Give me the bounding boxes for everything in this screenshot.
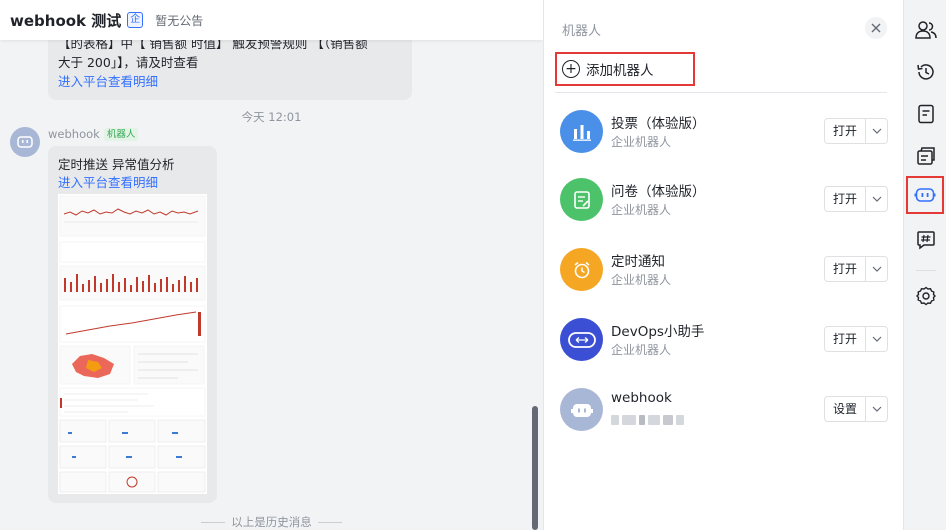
history-divider: 以上是历史消息 — [0, 514, 543, 530]
bot-icon — [560, 388, 603, 431]
robot-item-scheduled-notice[interactable]: 定时通知 企业机器人 打开 — [560, 248, 888, 292]
chat-header: webhook 测试 企 暂无公告 — [0, 0, 543, 40]
open-label: 打开 — [825, 119, 866, 143]
bar-chart-icon — [560, 110, 603, 153]
robot-panel: 机器人 + 添加机器人 投票（体验版） 企业机器人 打开 问卷（体验版） 企业机… — [543, 0, 903, 530]
history-button[interactable] — [911, 57, 941, 87]
chat-title[interactable]: webhook 测试 — [10, 10, 121, 31]
divider-line — [201, 521, 226, 523]
avatar[interactable] — [10, 127, 40, 157]
report-thumbnail[interactable] — [58, 194, 207, 494]
robot-item-survey[interactable]: 问卷（体验版） 企业机器人 打开 — [560, 178, 888, 222]
robot-icon — [914, 188, 936, 202]
devops-icon — [560, 318, 603, 361]
robot-name: DevOps小助手 — [611, 324, 705, 340]
history-icon — [917, 64, 934, 80]
toolbar-divider — [916, 270, 936, 271]
chevron-down-icon[interactable] — [866, 128, 887, 134]
members-icon — [915, 21, 937, 39]
close-button[interactable] — [865, 17, 887, 39]
message-text: 大于 200」】，请及时查看 — [58, 55, 199, 70]
hashtag-button[interactable] — [911, 225, 941, 255]
robot-item-webhook[interactable]: webhook 设置 — [560, 388, 888, 432]
chevron-down-icon[interactable] — [866, 196, 887, 202]
message-title: 定时推送 异常值分析 — [58, 157, 175, 172]
robot-button[interactable] — [906, 176, 944, 214]
right-toolbar — [903, 0, 946, 530]
settings-icon — [916, 286, 936, 306]
notes-button[interactable] — [911, 99, 941, 129]
robot-name: 定时通知 — [611, 254, 665, 270]
robot-name: 问卷（体验版） — [611, 184, 706, 200]
robot-item-devops[interactable]: DevOps小助手 企业机器人 打开 — [560, 318, 888, 362]
robot-subtitle: 企业机器人 — [611, 273, 672, 287]
open-label: 打开 — [825, 187, 866, 211]
chat-scrollbar[interactable] — [532, 406, 538, 530]
chevron-down-icon[interactable] — [866, 406, 887, 412]
divider — [555, 92, 887, 93]
report-image — [58, 194, 207, 494]
add-circle-icon: + — [562, 60, 580, 78]
settings-label: 设置 — [825, 397, 866, 421]
settings-button[interactable]: 设置 — [824, 396, 888, 422]
announcement-icon — [917, 147, 935, 165]
open-label: 打开 — [825, 257, 866, 281]
open-label: 打开 — [825, 327, 866, 351]
view-details-link[interactable]: 进入平台查看明细 — [58, 72, 402, 91]
sender-name[interactable]: webhook — [48, 127, 100, 141]
robot-subtitle: 企业机器人 — [611, 343, 672, 357]
app-window: webhook 测试 企 暂无公告 【的表格】中【 销售额 时值】 触发预警规则… — [0, 0, 946, 530]
survey-icon — [560, 178, 603, 221]
robot-name: 投票（体验版） — [611, 116, 706, 132]
open-button[interactable]: 打开 — [824, 256, 888, 282]
open-button[interactable]: 打开 — [824, 326, 888, 352]
settings-button[interactable] — [911, 281, 941, 311]
chevron-down-icon[interactable] — [866, 266, 887, 272]
announcement-button[interactable] — [911, 141, 941, 171]
bot-icon — [17, 136, 33, 148]
members-button[interactable] — [911, 15, 941, 45]
open-button[interactable]: 打开 — [824, 186, 888, 212]
robot-subtitle: 企业机器人 — [611, 135, 672, 149]
robot-item-vote[interactable]: 投票（体验版） 企业机器人 打开 — [560, 110, 888, 154]
close-icon — [871, 23, 881, 33]
add-robot-button[interactable]: + 添加机器人 — [555, 52, 695, 86]
bot-tag: 机器人 — [103, 127, 139, 141]
notice-text[interactable]: 暂无公告 — [155, 12, 203, 29]
robot-name: webhook — [611, 390, 672, 406]
chat-panel: webhook 测试 企 暂无公告 【的表格】中【 销售额 时值】 触发预警规则… — [0, 0, 543, 530]
hashtag-icon — [917, 231, 935, 250]
message-bubble: 定时推送 异常值分析 进入平台查看明细 — [48, 146, 217, 503]
sender-info: webhook 机器人 — [48, 127, 139, 141]
history-label: 以上是历史消息 — [231, 515, 312, 529]
add-robot-label: 添加机器人 — [586, 63, 654, 79]
open-button[interactable]: 打开 — [824, 118, 888, 144]
notes-icon — [918, 104, 934, 124]
enterprise-badge: 企 — [127, 12, 144, 28]
panel-title: 机器人 — [562, 24, 602, 39]
robot-subtitle: 企业机器人 — [611, 203, 672, 217]
divider-line — [317, 521, 342, 523]
message-timestamp: 今天 12:01 — [241, 110, 302, 124]
chevron-down-icon[interactable] — [866, 336, 887, 342]
alarm-clock-icon — [560, 248, 603, 291]
blurred-subtitle — [611, 415, 684, 425]
view-details-link[interactable]: 进入平台查看明细 — [58, 174, 207, 192]
